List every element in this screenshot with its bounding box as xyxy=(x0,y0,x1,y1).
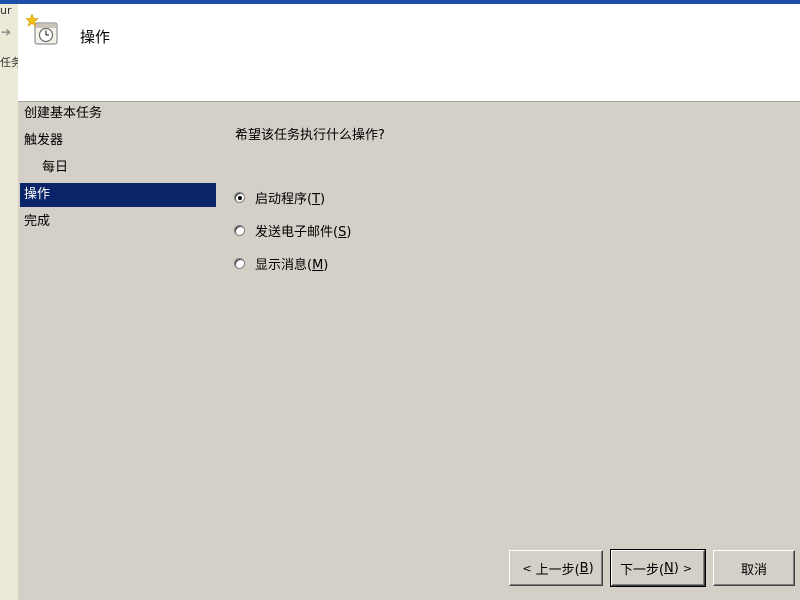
wizard-content: 希望该任务执行什么操作? 启动程序(T) 发送电子邮件(S) 显示消息(M) xyxy=(218,102,800,542)
cancel-button[interactable]: 取消 xyxy=(713,550,795,586)
radio-button[interactable] xyxy=(234,257,245,269)
step-trigger[interactable]: 触发器 xyxy=(20,129,216,153)
wizard-steps-sidebar: 创建基本任务 触发器 每日 操作 完成 xyxy=(18,102,218,600)
radio-button[interactable] xyxy=(234,224,245,236)
back-button[interactable]: < 上一步(B) xyxy=(509,550,603,586)
next-button[interactable]: 下一步(N) > xyxy=(610,549,706,587)
back-arrow-icon: ➔ xyxy=(1,25,12,39)
radio-send-email[interactable]: 发送电子邮件(S) xyxy=(234,220,351,240)
step-action[interactable]: 操作 xyxy=(20,183,216,207)
step-daily[interactable]: 每日 xyxy=(20,156,216,180)
radio-button[interactable] xyxy=(234,191,245,203)
background-text-1: ur xyxy=(0,4,12,17)
radio-display-message[interactable]: 显示消息(M) xyxy=(234,253,328,273)
step-finish[interactable]: 完成 xyxy=(20,210,216,234)
radio-selected-dot xyxy=(238,195,242,200)
radio-start-program[interactable]: 启动程序(T) xyxy=(234,187,325,207)
background-window: ur ➔ 任务 xyxy=(0,4,22,600)
next-chevron-icon: > xyxy=(682,561,693,575)
back-chevron-icon: < xyxy=(522,561,532,575)
step-create-basic-task[interactable]: 创建基本任务 xyxy=(20,102,216,126)
page-title: 操作 xyxy=(80,28,111,46)
radio-label-start-program: 启动程序(T) xyxy=(255,191,326,207)
radio-label-send-email: 发送电子邮件(S) xyxy=(255,224,352,240)
wizard-header: 操作 xyxy=(18,4,800,102)
create-basic-task-wizard: 操作 创建基本任务 触发器 每日 操作 完成 希望该任务执行什么操作? 启动程序… xyxy=(18,4,800,600)
radio-label-display-message: 显示消息(M) xyxy=(255,257,329,273)
action-question: 希望该任务执行什么操作? xyxy=(235,128,385,143)
task-scheduler-clock-icon xyxy=(25,13,60,48)
